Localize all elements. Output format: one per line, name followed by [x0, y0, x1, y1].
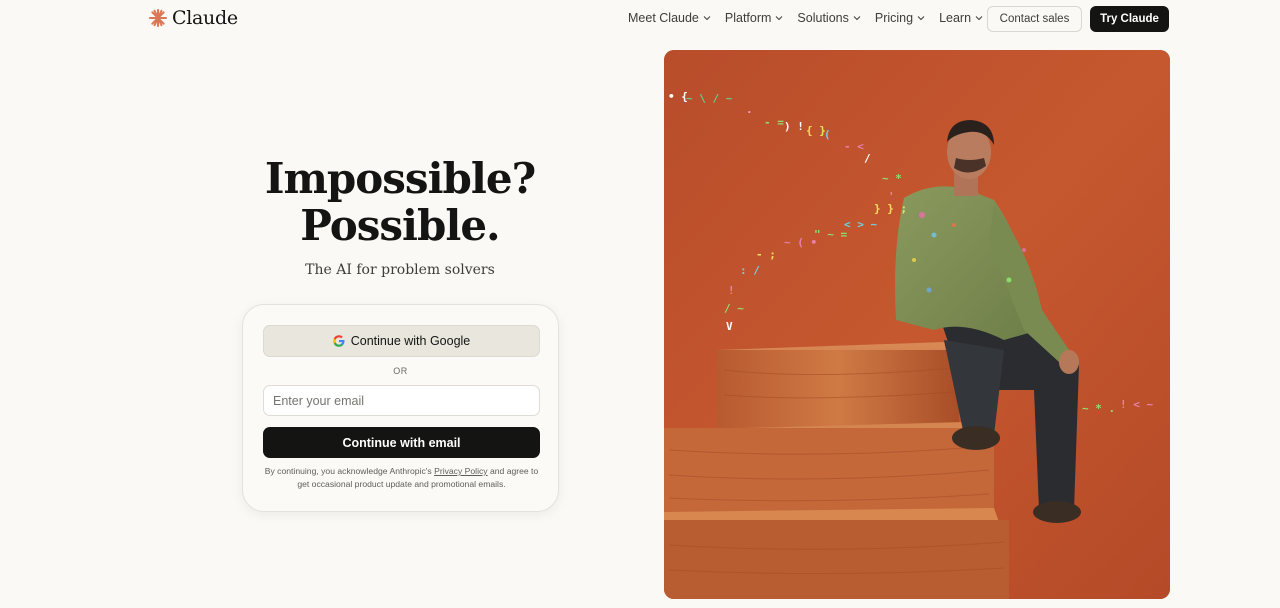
chevron-down-icon [776, 16, 783, 21]
svg-text:• {: • { [668, 90, 688, 103]
nav-label: Solutions [797, 11, 849, 25]
svg-text:{ }: { } [806, 124, 826, 137]
svg-text:- =: - = [764, 116, 784, 129]
chevron-down-icon [853, 16, 861, 21]
nav-label: Platform [724, 11, 772, 25]
or-divider: OR [393, 366, 408, 376]
svg-text:) !: ) ! [784, 120, 804, 133]
hero-subtitle: The AI for problem solvers [305, 262, 495, 278]
chevron-down-icon [975, 16, 983, 21]
hero-title-line1: Impossible? [264, 154, 536, 203]
hero-image: • { ~ \ / ~ · - = ) ! { } ( - < / ~ * ' … [664, 50, 1170, 599]
svg-text:/ ~: / ~ [724, 302, 744, 315]
svg-text:(: ( [824, 128, 831, 141]
nav-meet-claude[interactable]: Meet Claude [628, 11, 711, 25]
svg-text:~ *: ~ * [882, 172, 902, 185]
svg-text:/: / [864, 152, 871, 165]
claude-logo[interactable]: Claude [148, 7, 238, 29]
continue-with-google-button[interactable]: Continue with Google [263, 325, 540, 357]
nav-label: Meet Claude [628, 11, 699, 25]
legal-prefix: By continuing, you acknowledge Anthropic… [264, 466, 432, 476]
svg-text:·: · [746, 106, 753, 119]
svg-text:: /: : / [740, 264, 760, 277]
legal-text: By continuing, you acknowledge Anthropic… [261, 465, 542, 491]
email-field[interactable] [263, 385, 540, 416]
svg-text:< > ~: < > ~ [844, 218, 877, 231]
try-claude-button[interactable]: Try Claude [1090, 6, 1169, 32]
svg-text:~ * .: ~ * . [1082, 402, 1115, 415]
signup-card: Continue with Google OR Continue with em… [242, 304, 559, 512]
hero-title-line2: Possible. [300, 201, 500, 250]
svg-text:V: V [726, 320, 733, 333]
nav-pricing[interactable]: Pricing [875, 11, 925, 25]
hero-illustration: • { ~ \ / ~ · - = ) ! { } ( - < / ~ * ' … [664, 50, 1170, 599]
svg-text:" ~ =: " ~ = [814, 228, 847, 241]
svg-text:~ \ / ~: ~ \ / ~ [686, 92, 733, 105]
hero-title: Impossible? Possible. [240, 155, 560, 249]
site-header: Claude Meet Claude Platform Solutions Pr… [0, 0, 1280, 38]
chevron-down-icon [703, 16, 711, 21]
svg-text:- ;: - ; [756, 248, 776, 261]
svg-text:! < ~: ! < ~ [1120, 398, 1153, 411]
nav-solutions[interactable]: Solutions [797, 11, 861, 25]
claude-spark-icon [149, 9, 167, 27]
svg-text:} } ;: } } ; [874, 202, 907, 215]
chevron-down-icon [917, 16, 925, 21]
svg-text:- <: - < [844, 140, 864, 153]
nav-platform[interactable]: Platform [725, 11, 784, 25]
logo-text: Claude [172, 7, 238, 29]
nav-label: Learn [939, 11, 972, 25]
svg-text:!: ! [728, 284, 735, 297]
continue-with-email-button[interactable]: Continue with email [263, 427, 540, 458]
nav-label: Pricing [874, 11, 914, 25]
google-icon [332, 335, 345, 347]
nav-learn[interactable]: Learn [939, 11, 983, 25]
google-button-label: Continue with Google [350, 334, 471, 348]
main-nav: Meet Claude Platform Solutions Pricing L… [628, 11, 997, 25]
contact-sales-button[interactable]: Contact sales [987, 6, 1082, 32]
privacy-policy-link[interactable]: Privacy Policy [434, 466, 487, 476]
svg-text:~ ( •: ~ ( • [784, 236, 817, 249]
